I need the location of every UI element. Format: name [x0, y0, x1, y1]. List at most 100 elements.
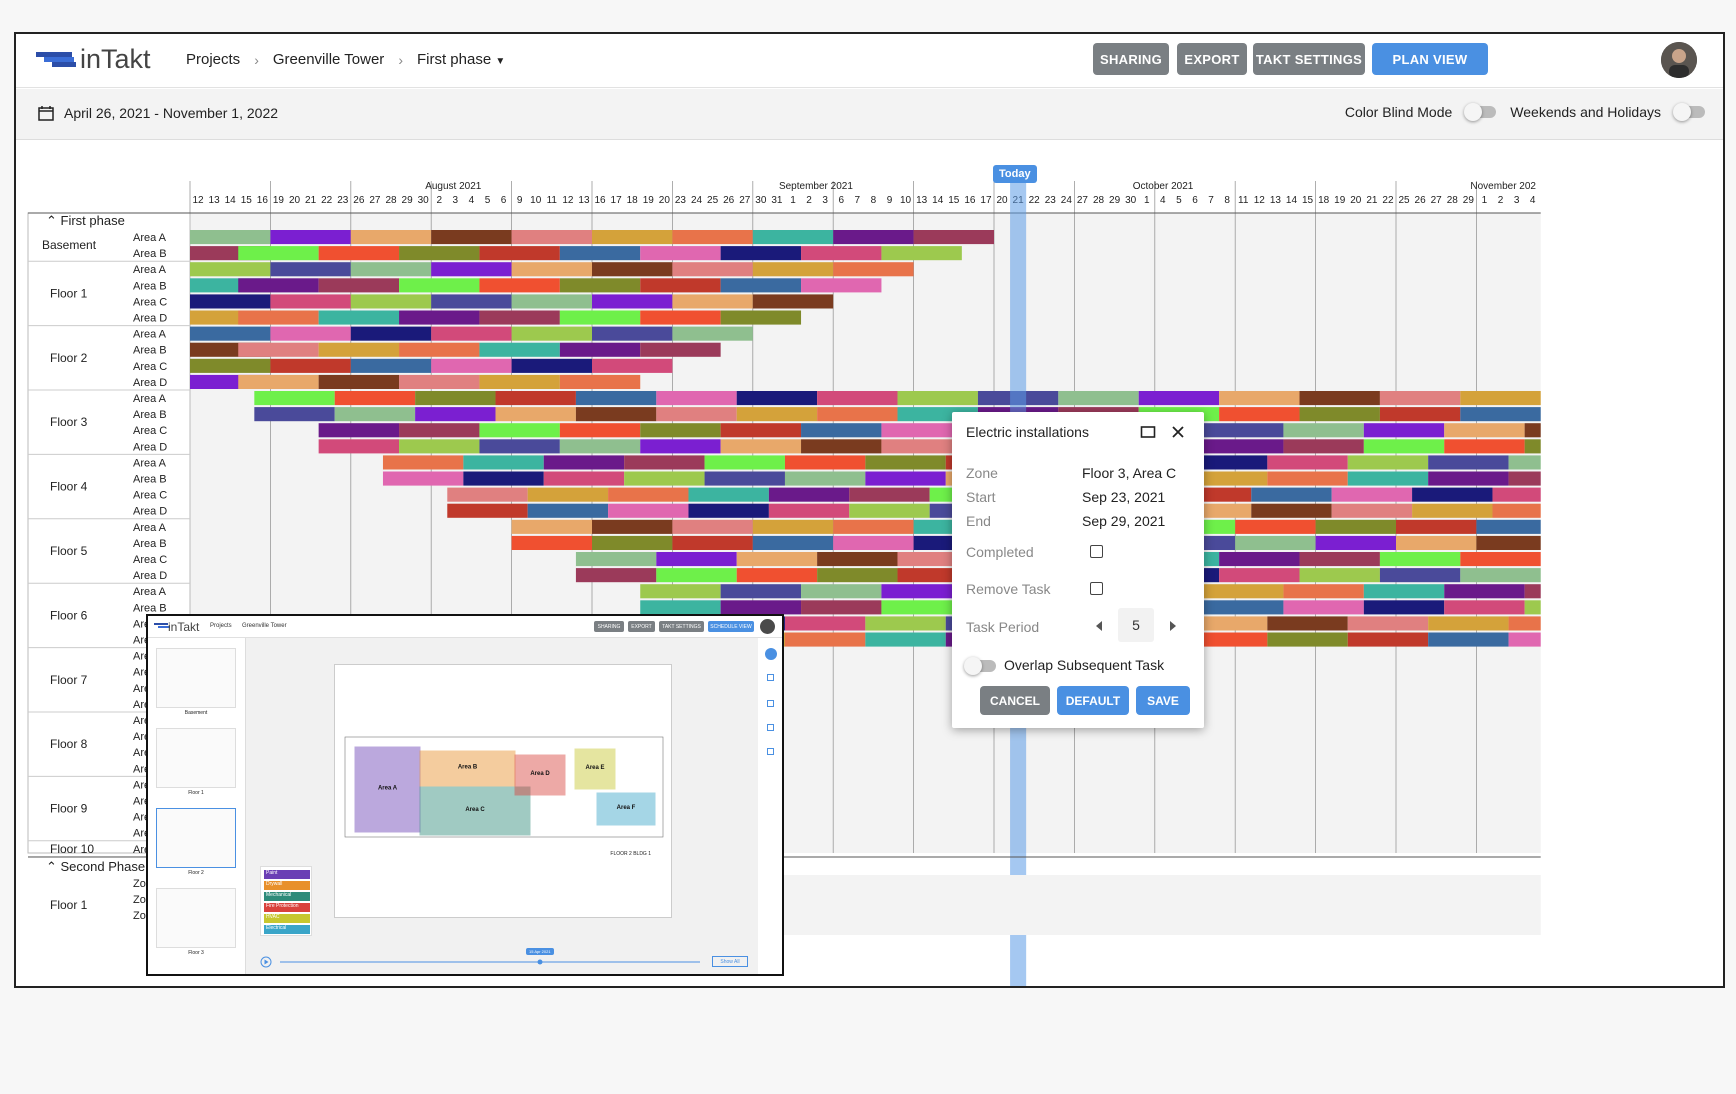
plan-area-label: Area E: [585, 765, 604, 771]
zone-label: Zone: [966, 465, 998, 481]
inset-schedule-view-button[interactable]: SCHEDULE VIEW: [708, 621, 754, 632]
floor-thumbnail[interactable]: [156, 808, 236, 868]
task-bar: [559, 423, 641, 438]
plan-view-button[interactable]: PLAN VIEW: [1372, 43, 1488, 75]
maximize-icon[interactable]: [1140, 424, 1156, 440]
floor-label: Floor 1: [50, 286, 88, 300]
trade-legend-item[interactable]: HVAC: [264, 914, 310, 923]
task-period-value[interactable]: 5: [1118, 608, 1154, 642]
day-label: 12: [1254, 195, 1266, 206]
task-bar: [865, 632, 946, 647]
task-bar: [318, 439, 400, 454]
trade-legend-item[interactable]: Paint: [264, 870, 310, 879]
day-label: 23: [1045, 195, 1057, 206]
default-button[interactable]: DEFAULT: [1057, 686, 1129, 715]
task-bar: [559, 374, 641, 389]
day-label: 15: [948, 195, 960, 206]
avatar[interactable]: [1661, 42, 1697, 78]
area-label: Area C: [133, 296, 167, 308]
task-bar: [1524, 600, 1541, 615]
trade-legend-item[interactable]: Electrical: [264, 925, 310, 934]
trade-legend-item[interactable]: Drywall: [264, 881, 310, 890]
image-tool-icon[interactable]: [767, 700, 774, 707]
task-bar: [415, 407, 496, 422]
task-bar: [543, 471, 625, 486]
task-bar: [254, 407, 335, 422]
task-bar: [720, 600, 802, 615]
day-label: 11: [547, 195, 558, 206]
delete-tool-icon[interactable]: [767, 724, 774, 731]
task-bar: [1219, 391, 1300, 406]
floor-thumbnail-label: Floor 3: [188, 950, 204, 956]
takt-settings-button[interactable]: TAKT SETTINGS: [1253, 43, 1365, 75]
select-tool-icon[interactable]: [765, 648, 777, 660]
floor-thumbnail[interactable]: [156, 888, 236, 948]
task-bar: [688, 487, 769, 502]
logo-mark-icon: [36, 52, 76, 67]
task-bar: [801, 278, 882, 293]
task-bar: [640, 423, 721, 438]
day-label: 14: [932, 195, 944, 206]
floor-plan-drawing: Area A Area B Area C Area D Area E Area F: [344, 736, 664, 838]
task-bar: [1379, 391, 1461, 406]
chevron-right-icon: ›: [254, 51, 259, 68]
intakt-logo[interactable]: inTakt: [36, 44, 166, 76]
floor-thumbnail[interactable]: [156, 648, 236, 708]
inset-crumb-projects[interactable]: Projects: [210, 623, 232, 629]
day-label: 8: [1224, 195, 1230, 206]
day-label: 13: [209, 195, 221, 206]
task-bar: [1379, 552, 1461, 567]
timeline-slider[interactable]: 15 Apr 2021 Show All: [260, 946, 748, 972]
task-bar: [527, 487, 609, 502]
day-label: 17: [980, 195, 992, 206]
decrease-arrow-icon[interactable]: [1094, 620, 1104, 632]
trade-legend-item[interactable]: Mechanical: [264, 892, 310, 901]
floor-thumbnail[interactable]: [156, 728, 236, 788]
task-bar: [865, 455, 946, 470]
save-button[interactable]: SAVE: [1136, 686, 1190, 715]
color-blind-toggle[interactable]: [1464, 103, 1497, 121]
cancel-button[interactable]: CANCEL: [980, 686, 1050, 715]
phase-selector[interactable]: First phase ▼: [417, 51, 505, 68]
date-range[interactable]: April 26, 2021 - November 1, 2022: [38, 105, 278, 121]
floor-thumbnail-label: Floor 2: [188, 870, 204, 876]
inset-sharing-button[interactable]: SHARING: [594, 621, 624, 632]
crumb-project[interactable]: Greenville Tower: [273, 51, 384, 68]
task-bar: [479, 310, 560, 325]
floor-plan-sheet[interactable]: Area A Area B Area C Area D Area E Area F FLO…: [334, 664, 672, 918]
task-bar: [752, 535, 834, 550]
period-select[interactable]: Show All: [712, 956, 748, 967]
task-bar: [559, 278, 641, 293]
task-bar: [447, 487, 528, 502]
task-bar: [640, 342, 721, 357]
overlap-toggle[interactable]: [964, 657, 996, 675]
weekends-label: Weekends and Holidays: [1510, 104, 1661, 120]
day-label: 19: [1334, 195, 1346, 206]
day-label: 21: [1366, 195, 1378, 206]
inset-takt-settings-button[interactable]: TAKT SETTINGS: [659, 621, 704, 632]
grid-tool-icon[interactable]: [767, 674, 774, 681]
day-label: 3: [453, 195, 459, 206]
inset-avatar[interactable]: [760, 619, 775, 634]
task-bar: [784, 632, 866, 647]
zone-label: Zo: [133, 894, 146, 906]
play-icon: [264, 959, 269, 965]
remove-task-checkbox[interactable]: [1090, 582, 1103, 595]
close-icon[interactable]: [1170, 424, 1186, 440]
task-bar: [575, 407, 657, 422]
completed-checkbox[interactable]: [1090, 545, 1103, 558]
task-bar: [270, 294, 351, 309]
increase-arrow-icon[interactable]: [1168, 620, 1178, 632]
floor-label: Floor 8: [50, 737, 88, 751]
trade-legend-item[interactable]: Fire Protection: [264, 903, 310, 912]
copy-tool-icon[interactable]: [767, 748, 774, 755]
crumb-projects[interactable]: Projects: [186, 51, 240, 68]
task-bar: [1460, 407, 1541, 422]
weekends-toggle[interactable]: [1673, 103, 1705, 121]
day-label: 18: [1318, 195, 1330, 206]
inset-export-button[interactable]: EXPORT: [628, 621, 655, 632]
sharing-button[interactable]: SHARING: [1093, 43, 1169, 75]
day-label: 30: [418, 195, 430, 206]
inset-crumb-project[interactable]: Greenville Tower: [242, 623, 287, 629]
export-button[interactable]: EXPORT: [1177, 43, 1247, 75]
